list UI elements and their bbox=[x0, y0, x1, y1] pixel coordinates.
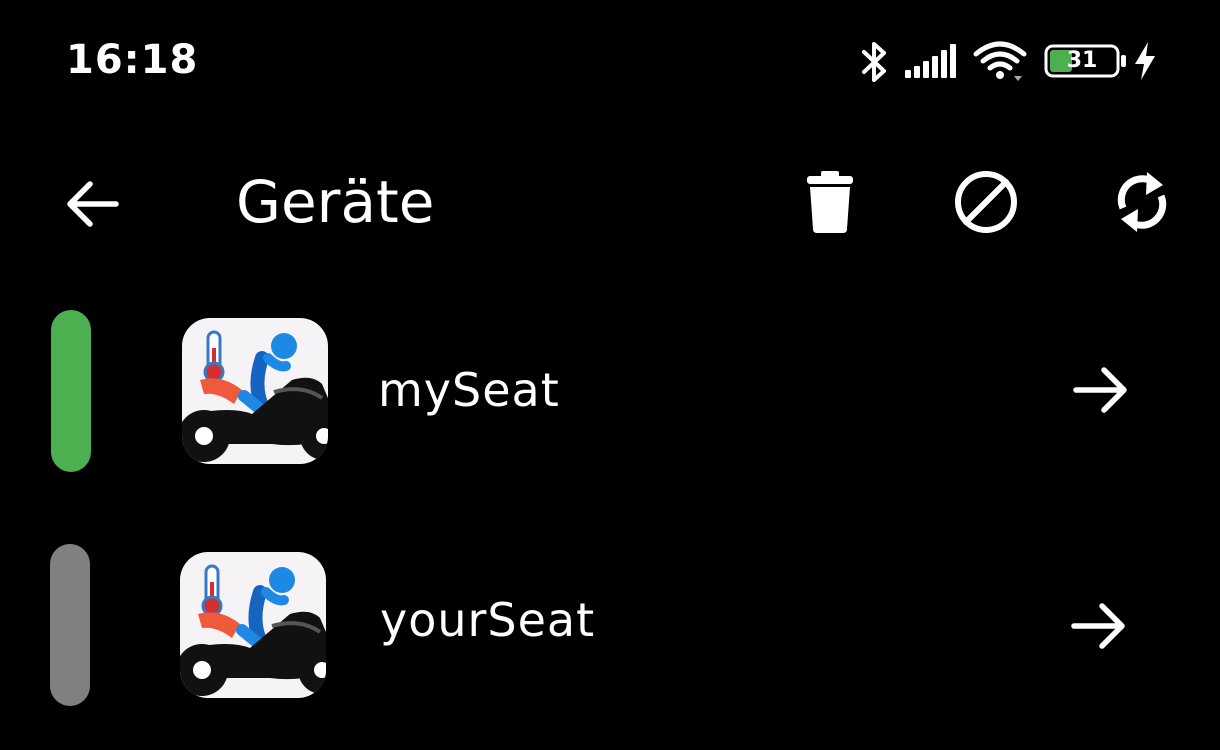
block-icon bbox=[955, 171, 1017, 233]
device-row-myseat[interactable]: mySeat bbox=[0, 300, 1220, 480]
app-logo-icon bbox=[180, 552, 326, 698]
device-name: yourSeat bbox=[380, 593, 596, 647]
connection-status-indicator bbox=[50, 544, 90, 706]
wifi-icon bbox=[973, 41, 1027, 81]
arrow-right-icon bbox=[1071, 603, 1125, 649]
trash-icon bbox=[807, 171, 853, 233]
refresh-icon bbox=[1117, 172, 1167, 232]
battery-icon: 31 bbox=[1044, 44, 1128, 78]
delete-button[interactable] bbox=[796, 166, 864, 238]
device-row-yourseat[interactable]: yourSeat bbox=[0, 534, 1220, 714]
battery-level: 31 bbox=[1066, 48, 1098, 73]
refresh-button[interactable] bbox=[1106, 166, 1178, 238]
device-name: mySeat bbox=[378, 363, 560, 417]
back-button[interactable] bbox=[52, 168, 132, 240]
arrow-left-icon bbox=[67, 181, 119, 227]
charging-icon bbox=[1135, 42, 1155, 80]
block-button[interactable] bbox=[948, 166, 1024, 238]
signal-icon bbox=[905, 44, 956, 78]
bluetooth-icon bbox=[862, 42, 886, 82]
app-logo-icon bbox=[182, 318, 328, 464]
connection-status-indicator bbox=[51, 310, 91, 472]
arrow-right-icon bbox=[1073, 367, 1127, 413]
status-time: 16:18 bbox=[66, 37, 199, 83]
page-title: Geräte bbox=[236, 168, 435, 236]
